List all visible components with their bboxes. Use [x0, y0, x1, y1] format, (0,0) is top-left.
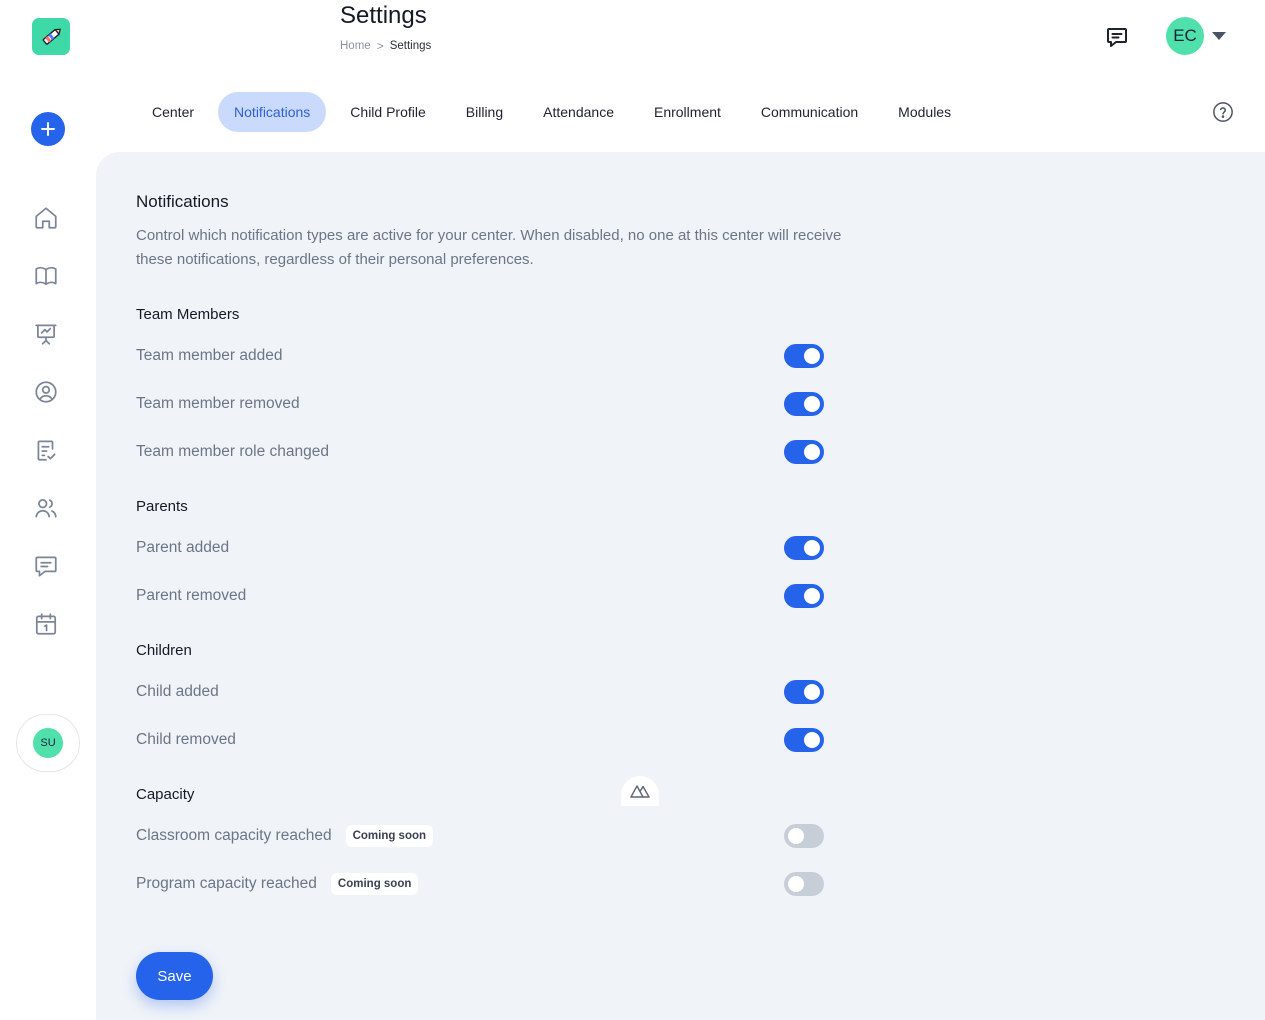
toggle-knob [804, 732, 820, 748]
users-icon [35, 499, 57, 518]
settings-tabs: Center Notifications Child Profile Billi… [136, 92, 975, 132]
toggle-knob [788, 828, 804, 844]
breadcrumb-home[interactable]: Home [340, 40, 371, 52]
help-icon[interactable] [1212, 101, 1234, 123]
setting-label: Program capacity reached [136, 875, 317, 892]
toggle-child-added[interactable] [784, 680, 824, 704]
app-logo[interactable] [32, 18, 70, 55]
setting-label: Classroom capacity reached [136, 827, 332, 844]
sidebar-item-messages[interactable] [31, 551, 61, 581]
group-title-parents: Parents [136, 498, 188, 515]
pencil-logo-icon [40, 25, 62, 48]
tab-modules[interactable]: Modules [882, 92, 967, 132]
sidebar-item-home[interactable] [31, 203, 61, 233]
calendar-icon [35, 613, 57, 635]
setting-label: Child added [136, 683, 219, 700]
list-item: Child removed [136, 728, 864, 752]
group-title-team-members: Team Members [136, 306, 240, 323]
toggle-parent-added[interactable] [784, 536, 824, 560]
toggle-child-removed[interactable] [784, 728, 824, 752]
tab-child-profile[interactable]: Child Profile [334, 92, 441, 132]
avatar: SU [33, 728, 63, 758]
tab-billing[interactable]: Billing [450, 92, 519, 132]
coming-soon-badge: Coming soon [345, 825, 434, 847]
toggle-knob [788, 876, 804, 892]
toggle-knob [804, 444, 820, 460]
messages-button[interactable] [1104, 24, 1130, 50]
toggle-knob [804, 396, 820, 412]
avatar[interactable]: EC [1166, 17, 1204, 55]
breadcrumb-current: Settings [389, 40, 432, 52]
save-button[interactable]: Save [136, 952, 213, 1000]
toggle-program-capacity-reached[interactable] [784, 872, 824, 896]
nuxt-logo-icon [630, 785, 650, 798]
notifications-panel: Notifications Control which notification… [96, 152, 1265, 1020]
sidebar-item-people[interactable] [31, 493, 61, 523]
toggle-knob [804, 588, 820, 604]
list-item: Team member removed [136, 392, 864, 416]
list-item: Parent added [136, 536, 864, 560]
chat-icon [35, 556, 57, 577]
setting-label: Parent added [136, 539, 230, 556]
section-description: Control which notification types are act… [136, 227, 842, 268]
book-icon [35, 266, 57, 285]
sidebar-item-books[interactable] [31, 261, 61, 291]
clipboard-check-icon [37, 440, 56, 461]
list-item: Child added [136, 680, 864, 704]
breadcrumb: Home > Settings [340, 39, 431, 53]
setting-label: Parent removed [136, 587, 247, 604]
sidebar-item-calendar[interactable] [31, 609, 61, 639]
add-button[interactable] [31, 112, 65, 146]
toggle-team-member-added[interactable] [784, 344, 824, 368]
list-item: Team member role changed [136, 440, 864, 464]
list-item: Team member added [136, 344, 864, 368]
toggle-team-member-role-changed[interactable] [784, 440, 824, 464]
setting-label: Team member role changed [136, 443, 329, 460]
list-item: Classroom capacity reached Coming soon [136, 824, 864, 848]
toggle-knob [804, 540, 820, 556]
list-item: Parent removed [136, 584, 864, 608]
setting-label: Team member removed [136, 395, 300, 412]
section-title: Notifications [136, 192, 229, 211]
presentation-chart-icon [35, 324, 57, 345]
sidebar-item-reports[interactable] [31, 319, 61, 349]
chat-icon [1107, 28, 1127, 47]
tab-attendance[interactable]: Attendance [527, 92, 630, 132]
home-icon [35, 207, 57, 229]
list-item: Program capacity reached Coming soon [136, 872, 864, 896]
toggle-knob [804, 348, 820, 364]
sidebar-item-checklist[interactable] [31, 435, 61, 465]
tab-notifications[interactable]: Notifications [218, 92, 327, 132]
chevron-down-icon[interactable] [1212, 32, 1226, 40]
chevron-right-icon: > [376, 39, 384, 53]
plus-icon [41, 122, 55, 136]
user-menu[interactable]: SU [16, 714, 80, 772]
setting-label: Child removed [136, 731, 236, 748]
page-title: Settings [340, 2, 427, 29]
group-title-children: Children [136, 642, 192, 659]
toggle-classroom-capacity-reached[interactable] [784, 824, 824, 848]
devtools-toggle[interactable] [621, 776, 659, 806]
toggle-knob [804, 684, 820, 700]
setting-label: Team member added [136, 347, 283, 364]
coming-soon-badge: Coming soon [330, 873, 419, 895]
user-circle-icon [35, 381, 57, 403]
group-title-capacity: Capacity [136, 786, 195, 803]
tab-enrollment[interactable]: Enrollment [638, 92, 737, 132]
sidebar-item-profile[interactable] [31, 377, 61, 407]
toggle-team-member-removed[interactable] [784, 392, 824, 416]
tab-center[interactable]: Center [136, 92, 210, 132]
tab-communication[interactable]: Communication [745, 92, 874, 132]
sidebar: SU [0, 0, 96, 1020]
toggle-parent-removed[interactable] [784, 584, 824, 608]
